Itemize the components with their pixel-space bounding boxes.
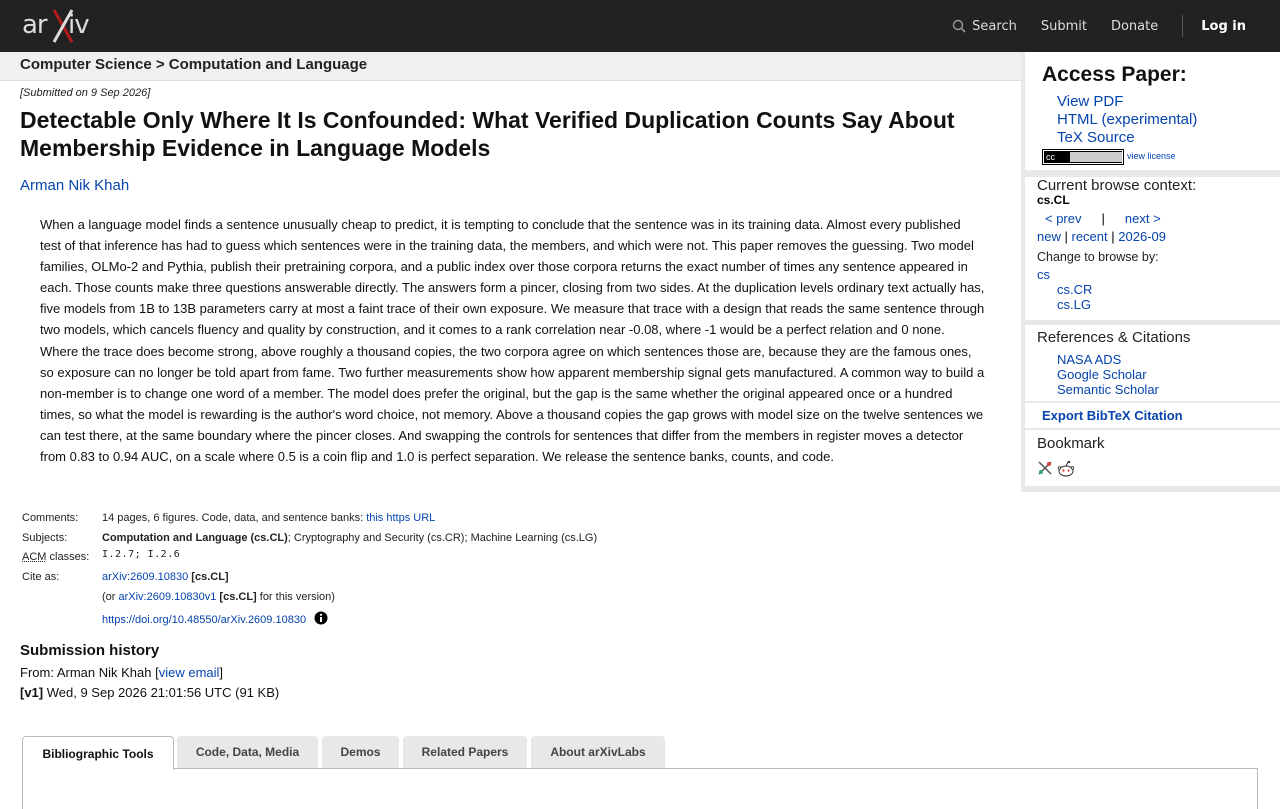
browse-context-heading: Current browse context: (1037, 177, 1197, 194)
paper-title: Detectable Only Where It Is Confounded: … (20, 107, 955, 161)
cc-license-badge[interactable]: cc (1042, 149, 1124, 165)
prev-next: < prev | next > (1045, 211, 1161, 226)
comments-label: Comments: (22, 512, 79, 524)
access-links: View PDF HTML (experimental) TeX Source (1057, 93, 1197, 147)
acm-label: ACM classes: (22, 551, 102, 563)
subjects-value: Computation and Language (cs.CL); Crypto… (102, 532, 597, 544)
sep-2: | (1111, 229, 1115, 244)
bookmark-heading: Bookmark (1037, 435, 1105, 452)
prev-next-sep: | (1101, 211, 1105, 226)
google-scholar-link[interactable]: Google Scholar (1057, 367, 1147, 382)
comments-text: 14 pages, 6 figures. Code, data, and sen… (102, 512, 367, 524)
tab-panel (22, 768, 1258, 809)
search-link[interactable]: Search (952, 19, 1017, 34)
browse-cs-cr-link[interactable]: cs.CR (1057, 282, 1092, 297)
references-box: References & Citations NASA ADS Google S… (1025, 325, 1280, 401)
authors: Arman Nik Khah (20, 177, 129, 194)
labs-tabs: Bibliographic Tools Code, Data, Media De… (22, 736, 1258, 809)
submit-link[interactable]: Submit (1041, 19, 1087, 34)
submission-from: From: Arman Nik Khah [view email] (20, 665, 223, 680)
browse-cs-link[interactable]: cs (1037, 267, 1050, 282)
tab-demos[interactable]: Demos (322, 736, 399, 768)
month-link[interactable]: 2026-09 (1118, 229, 1166, 244)
acm-abbr: ACM (22, 551, 47, 563)
submission-history-heading: Submission history (20, 642, 160, 659)
semantic-scholar-link[interactable]: Semantic Scholar (1057, 382, 1159, 397)
sep-1: | (1064, 229, 1068, 244)
by-icon (1070, 152, 1122, 162)
from-suffix: ] (219, 665, 224, 680)
v1-tag: [v1] (20, 685, 44, 700)
export-bibtex-link[interactable]: Export BibTeX Citation (1042, 408, 1183, 423)
access-paper-heading: Access Paper: (1042, 63, 1187, 86)
sidebar: Access Paper: View PDF HTML (experimenta… (1021, 52, 1280, 492)
top-navbar: ar iv Search Submit Donate Log in (0, 0, 1280, 52)
listing-links: new | recent | 2026-09 (1037, 229, 1166, 244)
tab-related-papers[interactable]: Related Papers (403, 736, 527, 768)
cite-id-link[interactable]: arXiv:2609.10830 (102, 571, 188, 583)
view-license-link[interactable]: view license (1127, 151, 1176, 161)
info-icon[interactable] (314, 611, 328, 625)
login-link[interactable]: Log in (1201, 19, 1246, 34)
nav-divider (1182, 15, 1184, 37)
tab-code-data-media[interactable]: Code, Data, Media (177, 736, 318, 768)
search-label: Search (972, 18, 1017, 34)
new-link[interactable]: new (1037, 229, 1061, 244)
recent-link[interactable]: recent (1072, 229, 1108, 244)
view-email-link[interactable]: view email (159, 665, 220, 680)
author-link[interactable]: Arman Nik Khah (20, 177, 129, 194)
doi-link[interactable]: https://doi.org/10.48550/arXiv.2609.1083… (102, 614, 306, 626)
arxiv-logo[interactable]: ar iv (22, 6, 114, 46)
tab-bibliographic-tools[interactable]: Bibliographic Tools (22, 736, 174, 770)
cc-badge-body: cc (1044, 151, 1122, 163)
change-browse-label: Change to browse by: (1037, 250, 1159, 264)
bookmark-icons (1037, 460, 1075, 478)
cite-category: [cs.CL] (191, 571, 229, 583)
v1-text: Wed, 9 Sep 2026 21:01:56 UTC (91 KB) (43, 685, 280, 700)
bookmark-box: Bookmark (1025, 430, 1280, 486)
tex-source-link[interactable]: TeX Source (1057, 129, 1135, 146)
references-heading: References & Citations (1037, 329, 1191, 346)
comments-value: 14 pages, 6 figures. Code, data, and sen… (102, 512, 435, 524)
donate-link[interactable]: Donate (1111, 19, 1158, 34)
bibtex-box: Export BibTeX Citation (1025, 403, 1280, 428)
doi-value: https://doi.org/10.48550/arXiv.2609.1083… (102, 611, 328, 626)
cite-v1-tail: for this version) (256, 591, 335, 603)
reddit-icon[interactable] (1057, 460, 1075, 478)
cite-value: arXiv:2609.10830 [cs.CL] (102, 571, 229, 583)
html-link[interactable]: HTML (experimental) (1057, 111, 1197, 128)
primary-subject: Computation and Language (cs.CL) (102, 532, 288, 544)
search-icon (952, 19, 966, 33)
abstract: When a language model finds a sentence u… (40, 217, 985, 465)
cite-v1-link[interactable]: arXiv:2609.10830v1 (119, 591, 217, 603)
view-pdf-link[interactable]: View PDF (1057, 93, 1123, 110)
category-header: Computer Science > Computation and Langu… (0, 52, 1021, 81)
browse-context-box: Current browse context: cs.CL < prev | nex… (1025, 177, 1280, 320)
submission-dateline: [Submitted on 9 Sep 2026] (20, 87, 151, 99)
comments-url-link[interactable]: this https URL (366, 512, 435, 524)
cite-label: Cite as: (22, 571, 60, 583)
tab-about-arxivlabs[interactable]: About arXivLabs (531, 736, 665, 768)
svg-text:ar: ar (22, 10, 48, 40)
acm-value: I.2.7; I.2.6 (102, 549, 181, 560)
subjects-label: Subjects: (22, 532, 68, 544)
browse-context-code: cs.CL (1037, 193, 1070, 207)
cite-or: (or (102, 591, 119, 603)
nasa-ads-link[interactable]: NASA ADS (1057, 352, 1121, 367)
acm-label-rest: classes: (46, 551, 90, 563)
cc-icon: cc (1046, 152, 1055, 162)
cite-v1-category: [cs.CL] (219, 591, 257, 603)
access-paper-box: Access Paper: View PDF HTML (experimenta… (1025, 52, 1280, 170)
prev-link[interactable]: < prev (1045, 211, 1082, 226)
version-v1: [v1] Wed, 9 Sep 2026 21:01:56 UTC (91 KB… (20, 685, 279, 700)
cite-version-value: (or arXiv:2609.10830v1 [cs.CL] for this … (102, 591, 335, 603)
other-subjects: ; Cryptography and Security (cs.CR); Mac… (287, 532, 598, 544)
from-prefix: From: Arman Nik Khah [ (20, 665, 159, 680)
bibsonomy-icon[interactable] (1037, 460, 1053, 476)
next-link[interactable]: next > (1125, 211, 1161, 226)
browse-cs-lg-link[interactable]: cs.LG (1057, 297, 1091, 312)
breadcrumb: Computer Science > Computation and Langu… (20, 56, 368, 73)
